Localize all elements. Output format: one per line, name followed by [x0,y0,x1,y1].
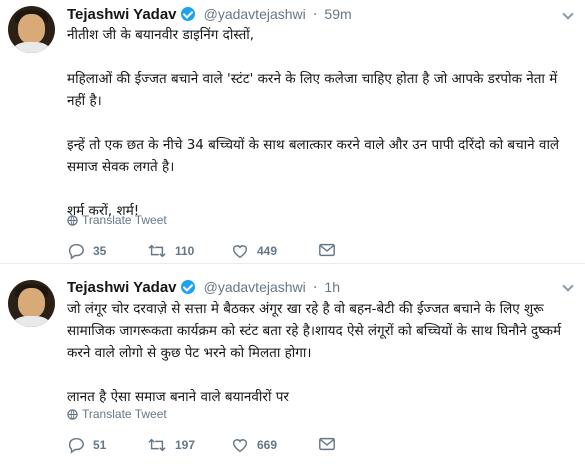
globe-icon [67,409,78,420]
retweet-icon [148,438,166,452]
globe-icon [67,215,78,226]
envelope-icon [319,243,335,257]
retweet-count: 110 [175,244,195,258]
retweet-button[interactable]: 110 [147,241,194,261]
reply-button[interactable]: 51 [67,435,106,455]
tweet-header: Tejashwi Yadav @yadavtejashwi · 59m [67,5,352,23]
tweet-actions: 35 110 449 [67,241,367,261]
timestamp[interactable]: 1h [324,279,340,295]
like-count: 449 [257,244,278,258]
like-button[interactable]: 449 [231,241,277,261]
timestamp[interactable]: 59m [324,6,351,22]
reply-count: 35 [93,244,107,258]
author-name[interactable]: Tejashwi Yadav [67,6,177,23]
reply-icon [68,437,84,454]
chevron-down-icon[interactable] [563,10,573,20]
separator: · [312,280,318,296]
envelope-icon [319,437,335,451]
tweet-actions: 51 197 669 [67,435,367,455]
like-button[interactable]: 669 [231,435,277,455]
reply-button[interactable]: 35 [67,241,106,261]
separator: · [312,7,318,23]
tweet-text: जो लंगूर चोर दरवाज़े से सत्ता मे बैठकर अ… [67,301,562,405]
retweet-button[interactable]: 197 [147,435,195,455]
tweet-1[interactable]: Tejashwi Yadav @yadavtejashwi · 59m नीती… [0,0,585,263]
author-handle[interactable]: @yadavtejashwi [204,6,306,22]
direct-message-button[interactable] [318,241,336,263]
verified-badge-icon [180,7,195,21]
avatar[interactable] [8,280,55,327]
translate-label: Translate Tweet [82,407,167,421]
translate-tweet-link[interactable]: Translate Tweet [67,212,167,228]
reply-count: 51 [93,438,107,452]
tweet-header: Tejashwi Yadav @yadavtejashwi · 1h [67,278,340,296]
retweet-icon [148,244,166,258]
translate-label: Translate Tweet [82,213,167,227]
heart-icon [232,245,248,259]
heart-icon [232,439,248,453]
direct-message-button[interactable] [318,435,336,457]
reply-icon [68,243,84,260]
tweet-text: नीतीश जी के बयानवीर डाइनिंग दोस्तों, महि… [67,27,560,219]
author-name[interactable]: Tejashwi Yadav [67,279,177,296]
tweet-2[interactable]: Tejashwi Yadav @yadavtejashwi · 1h जो लं… [0,264,585,464]
chevron-down-icon[interactable] [563,282,573,292]
translate-tweet-link[interactable]: Translate Tweet [67,406,167,422]
like-count: 669 [257,438,278,452]
verified-badge-icon [180,280,195,294]
author-handle[interactable]: @yadavtejashwi [204,279,306,295]
retweet-count: 197 [175,438,196,452]
avatar[interactable] [8,6,55,53]
